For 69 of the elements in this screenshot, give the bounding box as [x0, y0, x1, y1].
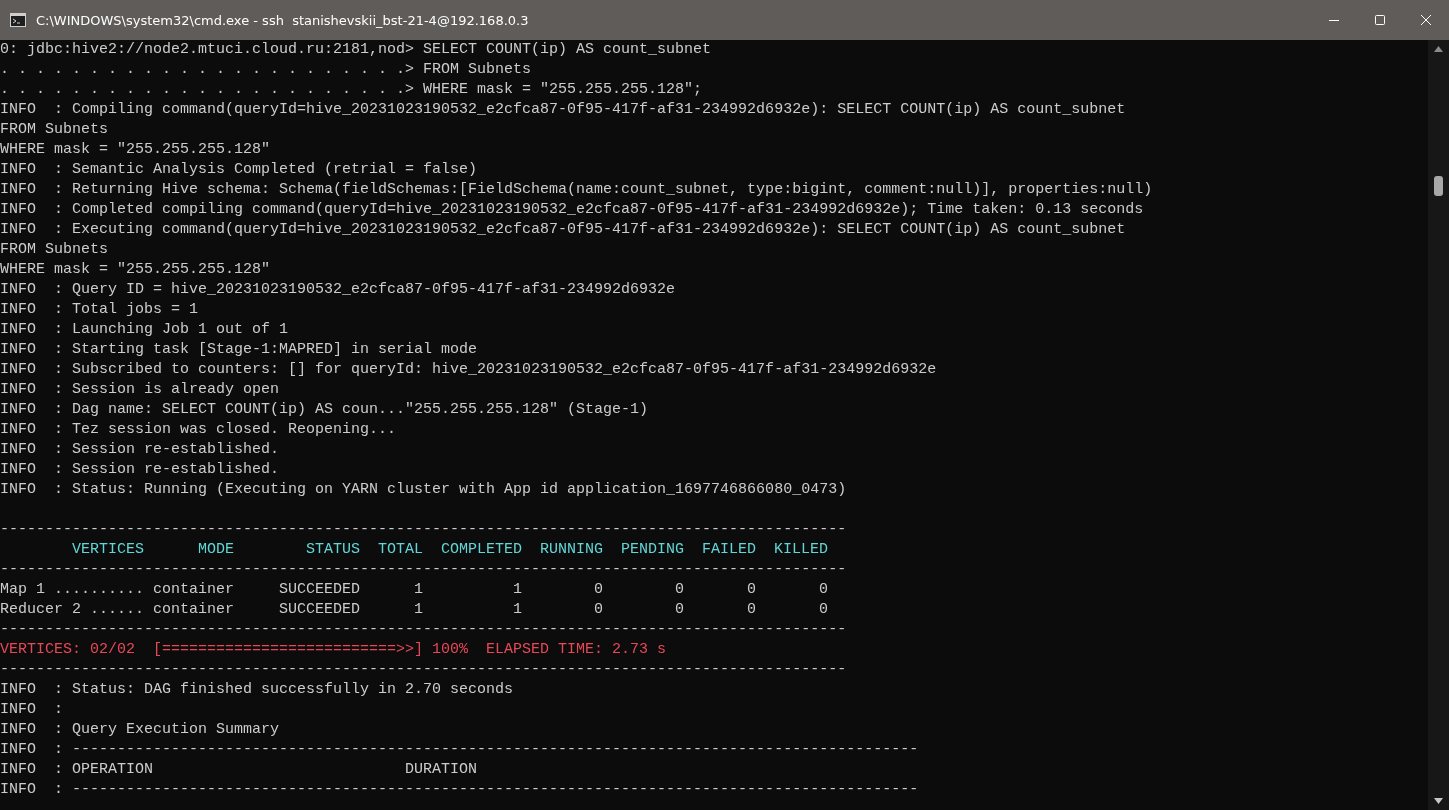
table-cell-text: 0	[746, 600, 757, 620]
console-line: ----------------------------------------------------------------------------------------------	[0, 561, 847, 578]
table-cell-text: 0	[818, 580, 829, 600]
table-cell: Map 1 ..........	[0, 580, 144, 600]
close-icon	[1420, 14, 1432, 26]
console-line: INFO :	[0, 701, 63, 718]
console-line: INFO : Session re-established.	[0, 441, 280, 458]
table-cell-text: 0	[674, 580, 685, 600]
column-header: MODE	[197, 540, 234, 560]
console-line: INFO : Launching Job 1 out of 1	[0, 321, 289, 338]
console-line: INFO : Status: Running (Executing on YARN cluster with App id application_1697746866080_0473)	[0, 481, 847, 498]
column-header: KILLED	[773, 540, 829, 560]
console-line: ----------------------------------------------------------------------------------------------	[0, 661, 847, 678]
console-line: INFO : Semantic Analysis Completed (retrial = false)	[0, 161, 478, 178]
console-icon	[10, 13, 26, 27]
column-header: STATUS	[305, 540, 361, 560]
console-line: INFO : Dag name: SELECT COUNT(ip) AS coun..."255.255.255.128" (Stage-1)	[0, 401, 649, 418]
console-line: INFO : Completed compiling command(queryId=hive_20231023190532_e2cfca87-0f95-417f-af31-234992d6932e); Time taken: 0.13 seconds	[0, 201, 1144, 218]
table-cell-text: 0	[593, 600, 604, 620]
console-line: INFO : Starting task [Stage-1:MAPRED] in serial mode	[0, 341, 478, 358]
scroll-down-icon[interactable]	[1434, 798, 1443, 804]
console-line: INFO : Subscribed to counters: [] for queryId: hive_20231023190532_e2cfca87-0f95-417f-af31-234992d6932e	[0, 361, 937, 378]
console-line: WHERE mask = "255.255.255.128"	[0, 141, 271, 158]
table-cell-text: 0	[674, 600, 685, 620]
column-header: PENDING	[620, 540, 685, 560]
table-cell-text: SUCCEEDED	[278, 600, 361, 620]
column-header: COMPLETED	[440, 540, 523, 560]
scrollbar-thumb[interactable]	[1434, 176, 1443, 196]
console-line: FROM Subnets	[0, 121, 109, 138]
console-line: ----------------------------------------------------------------------------------------------	[0, 621, 847, 638]
maximize-icon	[1374, 14, 1386, 26]
console-line: INFO : Session is already open	[0, 381, 280, 398]
console-line: INFO : Status: DAG finished successfully in 2.70 seconds	[0, 681, 514, 698]
table-cell-text: 1	[413, 580, 424, 600]
console-line: INFO : Total jobs = 1	[0, 301, 199, 318]
console-line: . . . . . . . . . . . . . . . . . . . . . . .> WHERE mask = "255.255.255.128";	[0, 81, 703, 98]
scroll-up-icon[interactable]	[1434, 46, 1443, 52]
column-header: FAILED	[701, 540, 757, 560]
table-cell-text: 0	[818, 600, 829, 620]
console-line: INFO : ----------------------------------------------------------------------------------------------	[0, 781, 919, 798]
console-line: WHERE mask = "255.255.255.128"	[0, 261, 271, 278]
column-header: TOTAL	[377, 540, 424, 560]
console-line: ----------------------------------------------------------------------------------------------	[0, 521, 847, 538]
console-line: . . . . . . . . . . . . . . . . . . . . . . .> FROM Subnets	[0, 61, 532, 78]
console-line: INFO : Query ID = hive_20231023190532_e2cfca87-0f95-417f-af31-234992d6932e	[0, 281, 676, 298]
table-cell-text: 1	[512, 580, 523, 600]
table-cell-text: 0	[593, 580, 604, 600]
table-cell-text: container	[152, 600, 234, 620]
table-cell-text: 0	[746, 580, 757, 600]
progress-line: VERTICES: 02/02 [==========================>>] 100% ELAPSED TIME: 2.73 s	[0, 641, 667, 658]
table-cell-text: container	[152, 580, 234, 600]
column-header: RUNNING	[539, 540, 604, 560]
console-line: INFO : Query Execution Summary	[0, 721, 280, 738]
console-line: INFO : Session re-established.	[0, 461, 280, 478]
console-line: INFO : ----------------------------------------------------------------------------------------------	[0, 741, 919, 758]
console-line: FROM Subnets	[0, 241, 109, 258]
table-cell: Reducer 2 ......	[0, 600, 144, 620]
table-cell-text: 1	[413, 600, 424, 620]
console-line: INFO : Tez session was closed. Reopening...	[0, 421, 397, 438]
console-line: INFO : Compiling command(queryId=hive_20231023190532_e2cfca87-0f95-417f-af31-234992d6932e): SELECT COUNT(ip) AS count_subnet	[0, 101, 1126, 118]
column-header: VERTICES	[71, 540, 144, 560]
table-cell-text: SUCCEEDED	[278, 580, 361, 600]
console-line: INFO : OPERATION DURATION	[0, 761, 478, 778]
scrollbar[interactable]	[1428, 40, 1449, 810]
window-title: C:\WINDOWS\system32\cmd.exe - ssh stanishevskii_bst-21-4@192.168.0.3	[36, 12, 529, 28]
table-cell-text: 1	[512, 600, 523, 620]
console-line: 0: jdbc:hive2://node2.mtuci.cloud.ru:2181,nod> SELECT COUNT(ip) AS count_subnet	[0, 41, 712, 58]
console-line: INFO : Returning Hive schema: Schema(fieldSchemas:[FieldSchema(name:count_subnet, type:bigint, comment:null)], properties:null)	[0, 181, 1153, 198]
console-line: INFO : Executing command(queryId=hive_20231023190532_e2cfca87-0f95-417f-af31-234992d6932e): SELECT COUNT(ip) AS count_subnet	[0, 221, 1126, 238]
